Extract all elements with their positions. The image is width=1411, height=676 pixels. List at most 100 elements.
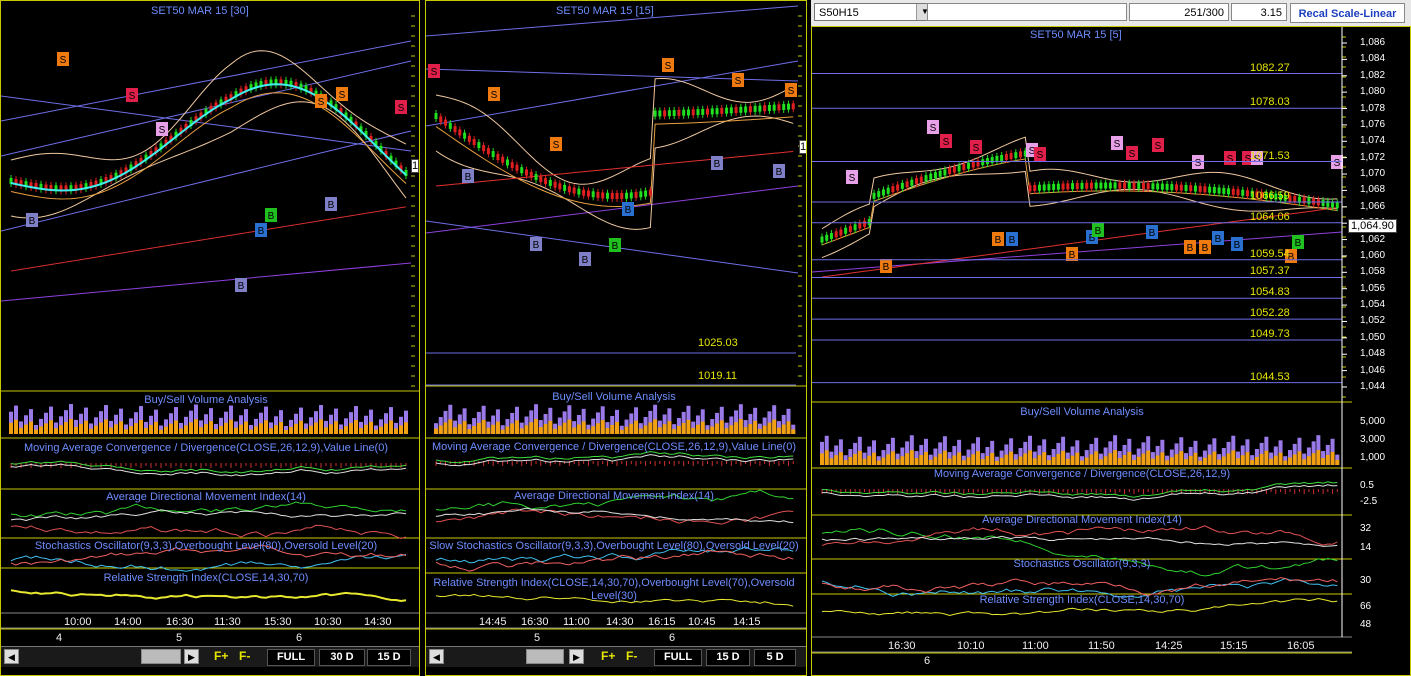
signal-marker-text: B — [1009, 235, 1016, 246]
candle-body — [582, 189, 586, 196]
volume-bar-buy — [472, 426, 477, 434]
candle-body — [1009, 153, 1013, 160]
candle-body — [601, 192, 605, 199]
candle-body — [1203, 186, 1207, 193]
candle-body — [648, 189, 652, 196]
pane3-plot[interactable]: SSSS S SSSSS S S S SBB BBBB BB BBBBB — [812, 27, 1411, 676]
signal-marker-text: S — [339, 90, 346, 101]
range-5d-button[interactable]: 5 D — [754, 649, 796, 666]
signal-marker-text: S — [1114, 139, 1121, 150]
volume-bar-buy — [719, 420, 724, 434]
candle-body — [910, 179, 914, 186]
candle-body — [748, 106, 752, 113]
pane1-title: SET50 MAR 15 [30] — [151, 5, 249, 17]
price-axis-label: 1,078 — [1360, 102, 1386, 114]
signal-marker-text: B — [625, 205, 632, 216]
candle-body — [505, 159, 509, 166]
full-button[interactable]: FULL — [267, 649, 315, 666]
volume-bar-buy — [1108, 453, 1113, 465]
scroll-thumb[interactable] — [141, 649, 181, 664]
volume-bar-buy — [139, 420, 143, 434]
zoom-in-button[interactable]: F+ — [601, 649, 615, 663]
volume-bar-buy — [349, 423, 353, 434]
scroll-thumb[interactable] — [526, 649, 564, 664]
volume-bar-buy — [1165, 460, 1170, 465]
volume-bar-buy — [209, 421, 213, 434]
price-axis-label: 1,070 — [1360, 168, 1386, 180]
time-axis-label: 11:50 — [1088, 640, 1115, 652]
chart-pane-5min[interactable]: SSSSSSSSSSSSSSBBBBBBBBBBBBB SET50 MAR 15… — [811, 26, 1411, 676]
candle-body — [1113, 182, 1117, 189]
candle-body — [682, 109, 686, 116]
signal-marker-text: B — [883, 262, 890, 273]
scroll-right-icon[interactable]: ▶ — [184, 649, 199, 664]
candle-body — [853, 224, 857, 231]
price-level-label: 1054.83 — [1250, 286, 1290, 299]
volume-bar-buy — [214, 428, 218, 434]
price-level-label: 1044.53 — [1250, 370, 1290, 383]
volume-bar-buy — [1084, 457, 1089, 465]
pane2-macd-label: Moving Average Convergence / Divergence(… — [431, 441, 797, 453]
full-button[interactable]: FULL — [654, 649, 702, 666]
price-axis-label: 1,066 — [1360, 200, 1386, 212]
signal-marker-text: S — [431, 67, 438, 78]
time-axis-label: 10:00 — [64, 616, 92, 628]
candle-body — [539, 176, 543, 183]
volume-bar-buy — [1023, 453, 1028, 465]
volume-bar-buy — [1250, 460, 1255, 465]
candle-body — [1156, 183, 1160, 190]
scroll-left-icon[interactable]: ◀ — [429, 649, 444, 664]
candle-body — [839, 229, 843, 236]
scroll-left-icon[interactable]: ◀ — [4, 649, 19, 664]
volume-bar-buy — [374, 429, 378, 434]
candle-body — [553, 181, 557, 188]
scroll-right-icon[interactable]: ▶ — [569, 649, 584, 664]
volume-bar-buy — [1155, 455, 1160, 465]
candle-body — [1127, 182, 1131, 189]
volume-bar-buy — [1259, 453, 1264, 465]
volume-bar-buy — [576, 424, 581, 434]
signal-marker-text: B — [465, 172, 472, 183]
candle-body — [639, 191, 643, 198]
candle-body — [1004, 154, 1008, 161]
volume-bar-buy — [957, 452, 962, 465]
symbol-dropdown[interactable]: S50H15 ▼ — [814, 3, 934, 21]
volume-bar-buy — [1098, 459, 1103, 465]
volume-bar-buy — [562, 422, 567, 434]
volume-bar-buy — [848, 457, 853, 465]
candle-body — [1184, 184, 1188, 191]
volume-bar-buy — [114, 424, 118, 434]
volume-bar-buy — [853, 453, 858, 465]
signal-marker-text: S — [735, 76, 742, 87]
volume-bar-buy — [119, 421, 123, 434]
candle-body — [1245, 190, 1249, 197]
pane2-toolbar: ◀ ▶ F+ F- FULL 15 D 5 D — [426, 646, 806, 667]
candle-body — [1170, 184, 1174, 191]
chart-pane-15min[interactable]: SSSSSSBBBBBBB SET50 MAR 15 [15] 1025.03 … — [425, 0, 807, 676]
range-15d-button[interactable]: 15 D — [706, 649, 750, 666]
signal-marker-text: B — [1234, 240, 1241, 251]
day-axis-label: 5 — [176, 632, 183, 644]
range-15d-button[interactable]: 15 D — [367, 649, 411, 666]
volume-bar-buy — [399, 425, 403, 434]
volume-bar-buy — [394, 428, 398, 434]
volume-bar-buy — [600, 420, 605, 434]
chart-pane-30min[interactable]: SSSSSSBBBBB SET50 MAR 15 [30] Buy/Sell V… — [0, 0, 420, 676]
volume-bar-buy — [279, 422, 283, 434]
volume-bar-buy — [1174, 454, 1179, 465]
price-level-label: 1082.27 — [1250, 61, 1290, 74]
volume-bar-buy — [1226, 453, 1231, 465]
volume-bar-buy — [174, 420, 178, 434]
zoom-out-button[interactable]: F- — [626, 649, 637, 663]
candle-body — [1198, 185, 1202, 192]
volume-bar-buy — [1311, 453, 1316, 465]
range-30d-button[interactable]: 30 D — [319, 649, 365, 666]
volume-bar-buy — [189, 422, 193, 434]
zoom-out-button[interactable]: F- — [239, 649, 250, 663]
recal-scale-button[interactable]: Recal Scale-Linear — [1290, 3, 1405, 23]
zoom-in-button[interactable]: F+ — [214, 649, 228, 663]
pane2-plot[interactable]: S S S S S S B B B B B B B — [426, 1, 807, 676]
price-level-label: 1071.53 — [1250, 149, 1290, 162]
volume-bar-buy — [239, 424, 243, 434]
candle-body — [1236, 189, 1240, 196]
